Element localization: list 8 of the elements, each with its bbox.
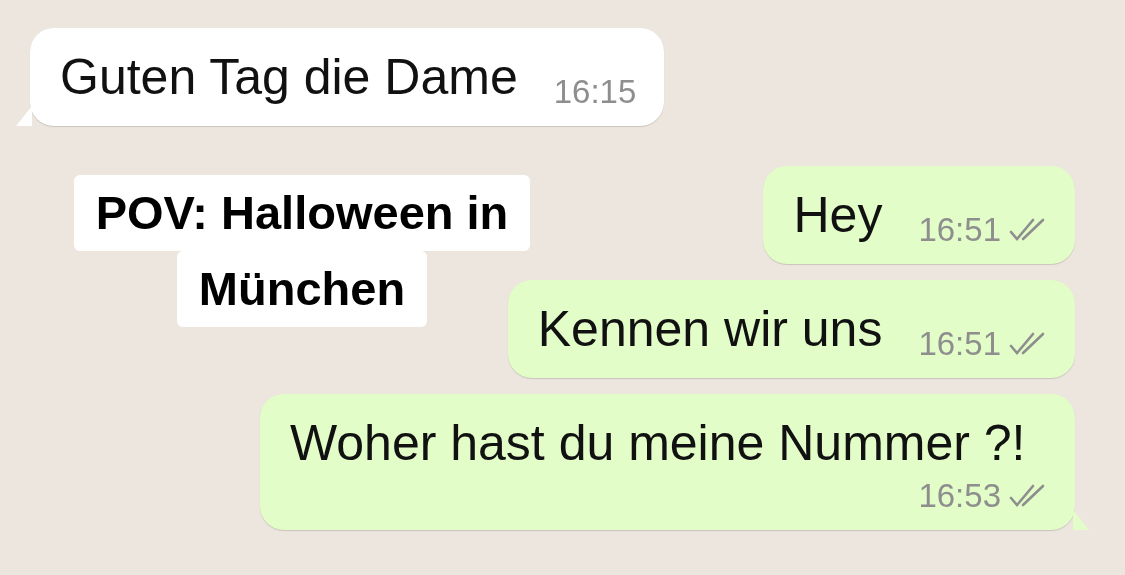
message-time: 16:51: [918, 212, 1001, 248]
message-text: Woher hast du meine Nummer ?!: [290, 414, 1027, 473]
message-text: Kennen wir uns: [537, 300, 883, 359]
message-time: 16:53: [918, 478, 1001, 514]
message-text: Hey: [793, 186, 883, 245]
message-text: Guten Tag die Dame: [60, 48, 518, 107]
message-time: 16:51: [918, 326, 1001, 362]
message-time: 16:15: [553, 74, 637, 110]
